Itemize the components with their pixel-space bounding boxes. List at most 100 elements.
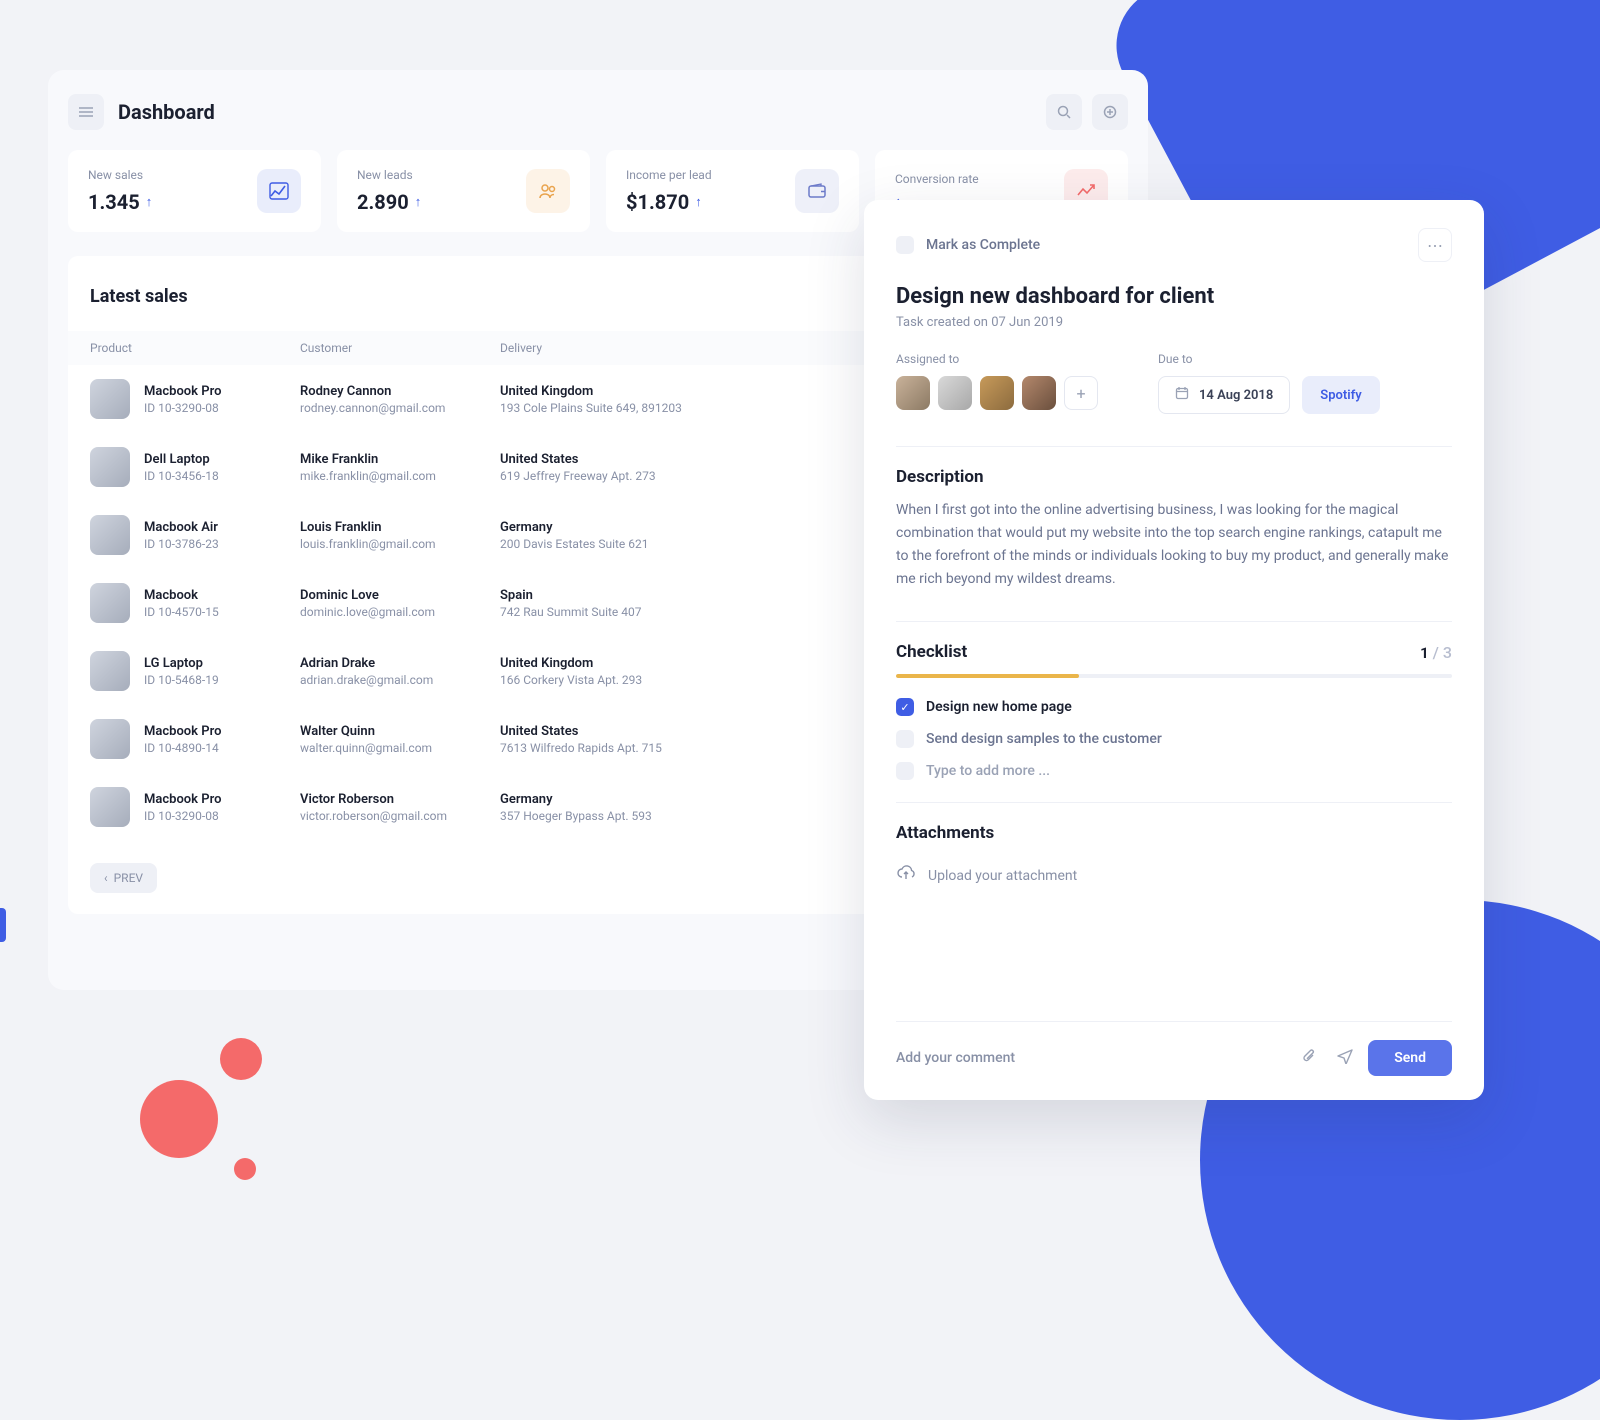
delivery-country: United States: [500, 724, 750, 739]
delivery-country: Spain: [500, 588, 750, 603]
arrow-up-icon: ↑: [695, 194, 702, 210]
due-date-picker[interactable]: 14 Aug 2018: [1158, 376, 1290, 414]
upload-attachment-button[interactable]: Upload your attachment: [896, 865, 1452, 886]
customer-name: Walter Quinn: [300, 724, 500, 739]
users-icon: [526, 169, 570, 213]
more-button[interactable]: ⋯: [1418, 228, 1452, 262]
delivery-country: Germany: [500, 792, 750, 807]
mark-complete-checkbox[interactable]: [896, 236, 914, 254]
add-button[interactable]: [1092, 94, 1128, 130]
stat-label: New sales: [88, 168, 152, 182]
send-label: Send: [1394, 1050, 1426, 1066]
product-name: Macbook Air: [144, 520, 219, 535]
checklist-item[interactable]: ✓ Design new home page: [896, 698, 1452, 716]
product-name: Macbook Pro: [144, 792, 221, 807]
add-assignee-button[interactable]: +: [1064, 376, 1098, 410]
product-thumbnail: [90, 447, 130, 487]
customer-name: Rodney Cannon: [300, 384, 500, 399]
delivery-country: United Kingdom: [500, 656, 750, 671]
stat-value: 1.345 ↑: [88, 190, 152, 214]
menu-button[interactable]: [68, 94, 104, 130]
due-date-value: 14 Aug 2018: [1199, 388, 1273, 403]
product-thumbnail: [90, 651, 130, 691]
product-name: Dell Laptop: [144, 452, 219, 467]
submit-icon-button[interactable]: [1332, 1048, 1358, 1068]
ellipsis-icon: ⋯: [1427, 236, 1443, 255]
customer-name: Adrian Drake: [300, 656, 500, 671]
checklist-add-checkbox[interactable]: [896, 762, 914, 780]
customer-email: victor.roberson@gmail.com: [300, 809, 500, 823]
customer-name: Louis Franklin: [300, 520, 500, 535]
product-thumbnail: [90, 787, 130, 827]
chart-icon: [257, 169, 301, 213]
upload-label: Upload your attachment: [928, 868, 1077, 884]
customer-email: dominic.love@gmail.com: [300, 605, 500, 619]
avatar[interactable]: [980, 376, 1014, 410]
avatar[interactable]: [896, 376, 930, 410]
send-icon: [1337, 1048, 1353, 1064]
delivery-address: 357 Hoeger Bypass Apt. 593: [500, 809, 750, 823]
product-thumbnail: [90, 719, 130, 759]
send-button[interactable]: Send: [1368, 1040, 1452, 1076]
comment-input[interactable]: Add your comment: [896, 1050, 1286, 1066]
customer-email: mike.franklin@gmail.com: [300, 469, 500, 483]
checklist-checkbox[interactable]: ✓: [896, 698, 914, 716]
plus-icon: +: [1076, 384, 1085, 403]
calendar-icon: [1175, 386, 1189, 404]
due-label: Due to: [1158, 352, 1380, 366]
product-thumbnail: [90, 515, 130, 555]
cloud-upload-icon: [896, 865, 916, 886]
checklist-add-input[interactable]: Type to add more ...: [926, 763, 1050, 779]
customer-name: Victor Roberson: [300, 792, 500, 807]
avatar[interactable]: [938, 376, 972, 410]
customer-email: adrian.drake@gmail.com: [300, 673, 500, 687]
product-id: ID 10-3786-23: [144, 537, 219, 551]
product-name: Macbook: [144, 588, 219, 603]
stat-card[interactable]: New sales 1.345 ↑: [68, 150, 321, 232]
arrow-up-icon: ↑: [146, 194, 153, 210]
delivery-address: 200 Davis Estates Suite 621: [500, 537, 750, 551]
arrow-up-icon: ↑: [415, 194, 422, 210]
assigned-label: Assigned to: [896, 352, 1098, 366]
attach-button[interactable]: [1296, 1048, 1322, 1068]
customer-email: louis.franklin@gmail.com: [300, 537, 500, 551]
product-id: ID 10-3290-08: [144, 401, 221, 415]
product-id: ID 10-5468-19: [144, 673, 219, 687]
checklist-checkbox[interactable]: [896, 730, 914, 748]
task-meta: Task created on 07 Jun 2019: [896, 315, 1452, 330]
prev-button[interactable]: ‹ PREV: [90, 863, 157, 893]
customer-email: walter.quinn@gmail.com: [300, 741, 500, 755]
customer-name: Dominic Love: [300, 588, 500, 603]
stat-card[interactable]: New leads 2.890 ↑: [337, 150, 590, 232]
checklist-heading: Checklist: [896, 642, 967, 662]
description-heading: Description: [896, 467, 1452, 487]
assignee-list: +: [896, 376, 1098, 410]
product-id: ID 10-3456-18: [144, 469, 219, 483]
plus-circle-icon: [1103, 105, 1117, 119]
description-text: When I first got into the online adverti…: [896, 499, 1452, 591]
attachments-heading: Attachments: [896, 823, 1452, 843]
delivery-address: 619 Jeffrey Freeway Apt. 273: [500, 469, 750, 483]
delivery-country: United Kingdom: [500, 384, 750, 399]
customer-name: Mike Franklin: [300, 452, 500, 467]
col-customer: Customer: [300, 341, 500, 355]
checklist-text: Send design samples to the customer: [926, 731, 1162, 747]
col-delivery: Delivery: [500, 341, 750, 355]
col-product: Product: [90, 341, 300, 355]
checklist-total: / 3: [1429, 643, 1452, 662]
stat-card[interactable]: Income per lead $1.870 ↑: [606, 150, 859, 232]
wallet-icon: [795, 169, 839, 213]
hamburger-icon: [79, 107, 93, 117]
avatar[interactable]: [1022, 376, 1056, 410]
product-id: ID 10-4890-14: [144, 741, 221, 755]
search-button[interactable]: [1046, 94, 1082, 130]
product-name: Macbook Pro: [144, 724, 221, 739]
checklist-item[interactable]: Send design samples to the customer: [896, 730, 1452, 748]
mark-complete-label: Mark as Complete: [926, 237, 1040, 253]
product-id: ID 10-3290-08: [144, 809, 221, 823]
project-tag[interactable]: Spotify: [1302, 376, 1379, 414]
delivery-address: 166 Corkery Vista Apt. 293: [500, 673, 750, 687]
product-name: LG Laptop: [144, 656, 219, 671]
customer-email: rodney.cannon@gmail.com: [300, 401, 500, 415]
product-id: ID 10-4570-15: [144, 605, 219, 619]
